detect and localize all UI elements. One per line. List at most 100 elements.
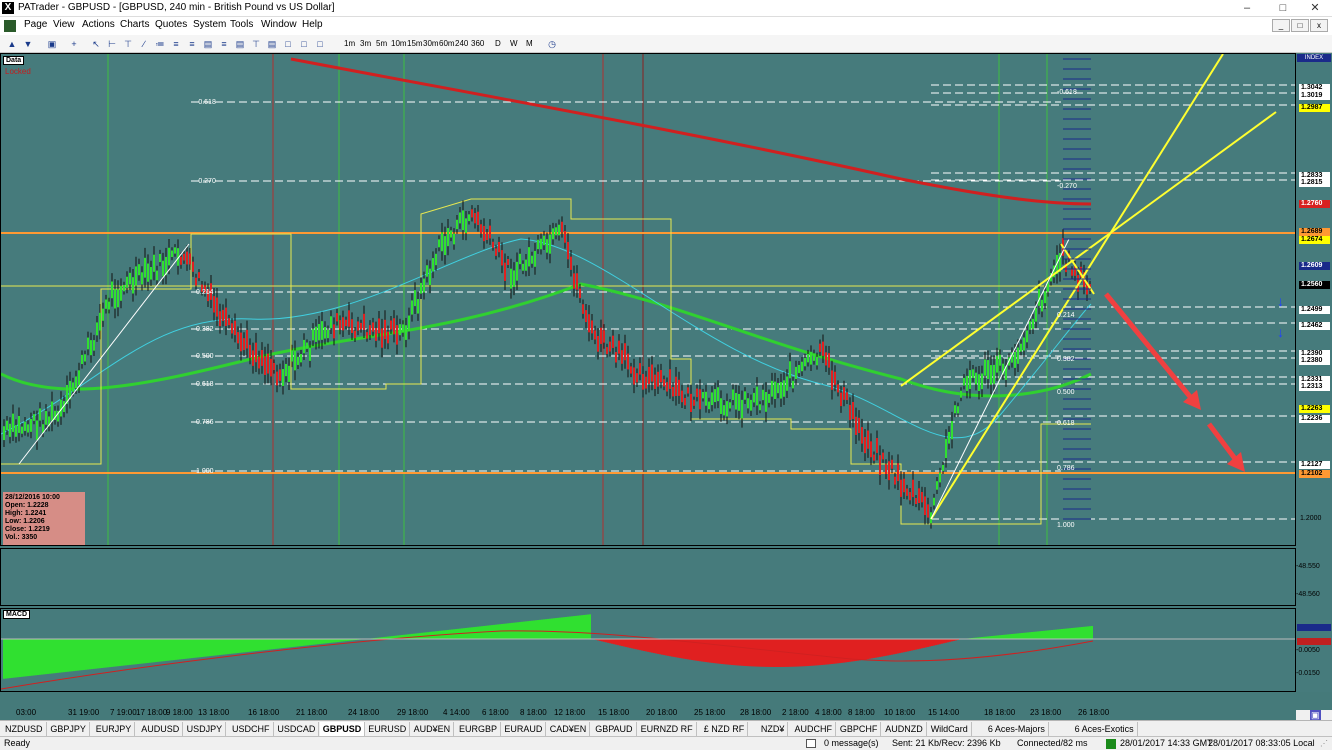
zoom-in-icon[interactable]: ▲	[6, 38, 18, 50]
resize-grip-icon[interactable]: ⋰	[1320, 739, 1328, 748]
macd-bar	[407, 634, 409, 639]
candle-body	[24, 421, 26, 431]
pitchfork-icon[interactable]: ⊤	[250, 38, 262, 50]
symbol-tab[interactable]: EURUSD	[365, 722, 411, 736]
symbol-tab[interactable]: AUDNZD	[882, 722, 927, 736]
price-level-label: 1.2560	[1299, 281, 1330, 289]
channel-icon[interactable]: ≔	[154, 38, 166, 50]
menu-actions[interactable]: Actions	[82, 19, 115, 30]
symbol-tab[interactable]: USDCHF	[229, 722, 274, 736]
macd-bar	[857, 639, 859, 661]
candle-body	[150, 267, 152, 280]
menu-system[interactable]: System	[193, 19, 226, 30]
macd-bar	[819, 639, 821, 666]
minimize-button[interactable]: –	[1230, 0, 1264, 17]
cycle-icon[interactable]: ▤	[234, 38, 246, 50]
menu-page[interactable]: Page	[24, 19, 47, 30]
menu-tools[interactable]: Tools	[230, 19, 253, 30]
indicator-panel[interactable]	[0, 548, 1296, 606]
chart-area[interactable]: ↓ ↓ Data Locked 28/12/2016 10:00 Open: 1.…	[0, 53, 1332, 721]
crosshair-icon[interactable]: +	[68, 38, 80, 50]
fib-time-icon[interactable]: ▤	[202, 38, 214, 50]
delete-tool-icon[interactable]: □	[314, 38, 326, 50]
macd-bar	[571, 616, 573, 639]
trendline-icon[interactable]: ∕	[138, 38, 150, 50]
macd-bar	[575, 615, 577, 639]
candle-body	[681, 390, 683, 403]
symbol-tab[interactable]: AUD¥EN	[411, 722, 455, 736]
tf-3m[interactable]: 3m	[360, 39, 371, 48]
symbol-tab[interactable]: GBPUSD	[319, 722, 366, 736]
symbol-tab[interactable]: GBPAUD	[592, 722, 637, 736]
symbol-tab[interactable]: AUDUSD	[138, 722, 184, 736]
symbol-tab[interactable]: EURNZD RF	[638, 722, 697, 736]
tf-15m[interactable]: 15m	[407, 39, 423, 48]
text-tool-icon[interactable]: ▤	[266, 38, 278, 50]
macd-bar	[755, 639, 757, 667]
mdi-restore-button[interactable]: □	[1291, 19, 1309, 32]
rect-tool-icon[interactable]: □	[282, 38, 294, 50]
price-panel[interactable]: ↓ ↓ Data Locked 28/12/2016 10:00 Open: 1.…	[0, 53, 1296, 546]
fib-ext-icon[interactable]: ≡	[186, 38, 198, 50]
symbol-tab[interactable]: EURAUD	[501, 722, 547, 736]
menu-help[interactable]: Help	[302, 19, 323, 30]
symbol-tab[interactable]: AUDCHF	[792, 722, 836, 736]
maximize-button[interactable]: □	[1266, 0, 1300, 17]
chart-icon[interactable]: ▣	[46, 38, 58, 50]
tf-5m[interactable]: 5m	[376, 39, 387, 48]
zoom-out-icon[interactable]: ▼	[22, 38, 34, 50]
tf-daily[interactable]: D	[495, 39, 501, 48]
price-axis[interactable]: INDEX 1.2000 -48.550 -48.560 -0.0050 -0.…	[1296, 53, 1332, 692]
symbol-tab[interactable]: CAD¥EN	[547, 722, 591, 736]
symbol-tab[interactable]: GBPCHF	[837, 722, 882, 736]
clock-icon[interactable]: ◷	[546, 38, 558, 50]
symbol-tab[interactable]: 6 Aces-Exotics	[1072, 722, 1138, 736]
status-messages[interactable]: 0 message(s)	[824, 738, 879, 748]
pointer-icon[interactable]: ↖	[90, 38, 102, 50]
tf-weekly[interactable]: W	[510, 39, 518, 48]
price-level-label: 1.2127	[1299, 461, 1330, 469]
menu-quotes[interactable]: Quotes	[155, 19, 187, 30]
time-axis[interactable]: 03:00 31 19:00 7 19:00 17 18:00 9 18:00 13 18…	[0, 707, 1296, 720]
gann-icon[interactable]: ≡	[218, 38, 230, 50]
macd-bar	[59, 639, 61, 673]
symbol-tab[interactable]: EURGBP	[456, 722, 502, 736]
tf-monthly[interactable]: M	[526, 39, 533, 48]
macd-bar	[121, 639, 123, 666]
fib-icon[interactable]: ≡	[170, 38, 182, 50]
symbol-tab[interactable]: 6 Aces-Majors	[985, 722, 1049, 736]
macd-bar	[569, 616, 571, 639]
macd-panel[interactable]: MACD	[0, 608, 1296, 692]
hline-icon[interactable]: ⊢	[106, 38, 118, 50]
symbol-tab[interactable]: £ NZD RF	[701, 722, 749, 736]
tf-60m[interactable]: 60m	[439, 39, 455, 48]
candle-body	[138, 264, 140, 276]
tf-30m[interactable]: 30m	[423, 39, 439, 48]
macd-value-marker	[1297, 624, 1331, 631]
ellipse-tool-icon[interactable]: □	[298, 38, 310, 50]
symbol-tab[interactable]: EURJPY	[93, 722, 136, 736]
symbol-tab[interactable]: WildCard	[928, 722, 972, 736]
tf-1m[interactable]: 1m	[344, 39, 355, 48]
symbol-tab[interactable]: USDCAD	[274, 722, 320, 736]
tf-240[interactable]: 240	[455, 39, 468, 48]
menu-charts[interactable]: Charts	[120, 19, 149, 30]
vline-icon[interactable]: ⊤	[122, 38, 134, 50]
tf-360[interactable]: 360	[471, 39, 484, 48]
symbol-tab[interactable]: NZD¥	[758, 722, 789, 736]
menu-window[interactable]: Window	[261, 19, 297, 30]
mdi-minimize-button[interactable]: _	[1272, 19, 1290, 32]
macd-bar	[861, 639, 863, 661]
mdi-close-button[interactable]: x	[1310, 19, 1328, 32]
symbol-tab[interactable]: GBPJPY	[47, 722, 90, 736]
symbol-tab[interactable]: USDJPY	[184, 722, 227, 736]
tf-10m[interactable]: 10m	[391, 39, 407, 48]
candle-body	[12, 413, 14, 432]
macd-bar	[877, 639, 879, 658]
symbol-tab[interactable]: NZDUSD	[2, 722, 47, 736]
candle-body	[552, 228, 554, 240]
status-traffic: Sent: 21 Kb/Recv: 2396 Kb	[892, 738, 1001, 748]
menu-view[interactable]: View	[53, 19, 75, 30]
macd-bar	[227, 639, 229, 655]
close-button[interactable]: ✕	[1298, 0, 1332, 17]
